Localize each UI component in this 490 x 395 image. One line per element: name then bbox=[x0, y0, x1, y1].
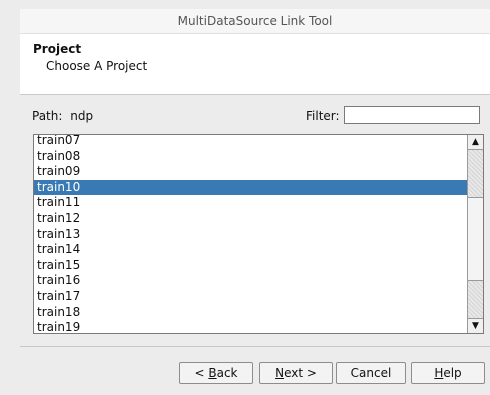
path-display: Path: ndp bbox=[32, 109, 93, 123]
list-item[interactable]: train09 bbox=[34, 164, 468, 180]
cancel-button[interactable]: Cancel bbox=[336, 362, 406, 384]
next-button[interactable]: Next > bbox=[259, 362, 333, 384]
list-item[interactable]: train07 bbox=[34, 135, 468, 149]
scroll-down-arrow-icon[interactable]: ▼ bbox=[468, 318, 483, 333]
scroll-thumb[interactable] bbox=[468, 197, 483, 281]
page-title: Project bbox=[33, 42, 82, 56]
footer-divider bbox=[20, 346, 490, 347]
list-item[interactable]: train19 bbox=[34, 320, 468, 333]
list-item[interactable]: train10 bbox=[34, 179, 468, 196]
list-item[interactable]: train17 bbox=[34, 289, 468, 305]
page-subtitle: Choose A Project bbox=[46, 59, 148, 73]
next-button-label: ext > bbox=[284, 366, 317, 380]
list-item[interactable]: train08 bbox=[34, 149, 468, 165]
filter-label: Filter: bbox=[306, 109, 340, 123]
list-item[interactable]: train14 bbox=[34, 242, 468, 258]
project-list[interactable]: train07 train08 train09 train10 train11 train… bbox=[33, 134, 484, 334]
back-button-label: ack bbox=[216, 366, 238, 380]
back-button[interactable]: < Back bbox=[179, 362, 253, 384]
list-item[interactable]: train16 bbox=[34, 273, 468, 289]
dialog-window: MultiDataSource Link Tool Project Choose… bbox=[0, 0, 490, 395]
project-list-rows: train07 train08 train09 train10 train11 train… bbox=[34, 135, 468, 333]
window-title: MultiDataSource Link Tool bbox=[20, 9, 490, 34]
scroll-up-arrow-icon[interactable]: ▲ bbox=[468, 135, 483, 150]
help-button-mnemonic: H bbox=[434, 366, 444, 380]
path-label: Path: bbox=[32, 109, 63, 123]
wizard-header: Project Choose A Project bbox=[20, 34, 490, 95]
filter-input[interactable] bbox=[344, 106, 480, 124]
back-button-mnemonic: B bbox=[208, 366, 217, 380]
back-button-prefix: < bbox=[194, 366, 209, 380]
next-button-mnemonic: N bbox=[275, 366, 285, 380]
path-value: ndp bbox=[70, 109, 94, 123]
list-scrollbar[interactable]: ▲ ▼ bbox=[467, 135, 483, 333]
list-item[interactable]: train11 bbox=[34, 195, 468, 211]
list-item[interactable]: train15 bbox=[34, 258, 468, 274]
list-item[interactable]: train12 bbox=[34, 211, 468, 227]
help-button-label: elp bbox=[443, 366, 462, 380]
list-item[interactable]: train13 bbox=[34, 227, 468, 243]
list-item[interactable]: train18 bbox=[34, 305, 468, 321]
help-button[interactable]: Help bbox=[411, 362, 485, 384]
